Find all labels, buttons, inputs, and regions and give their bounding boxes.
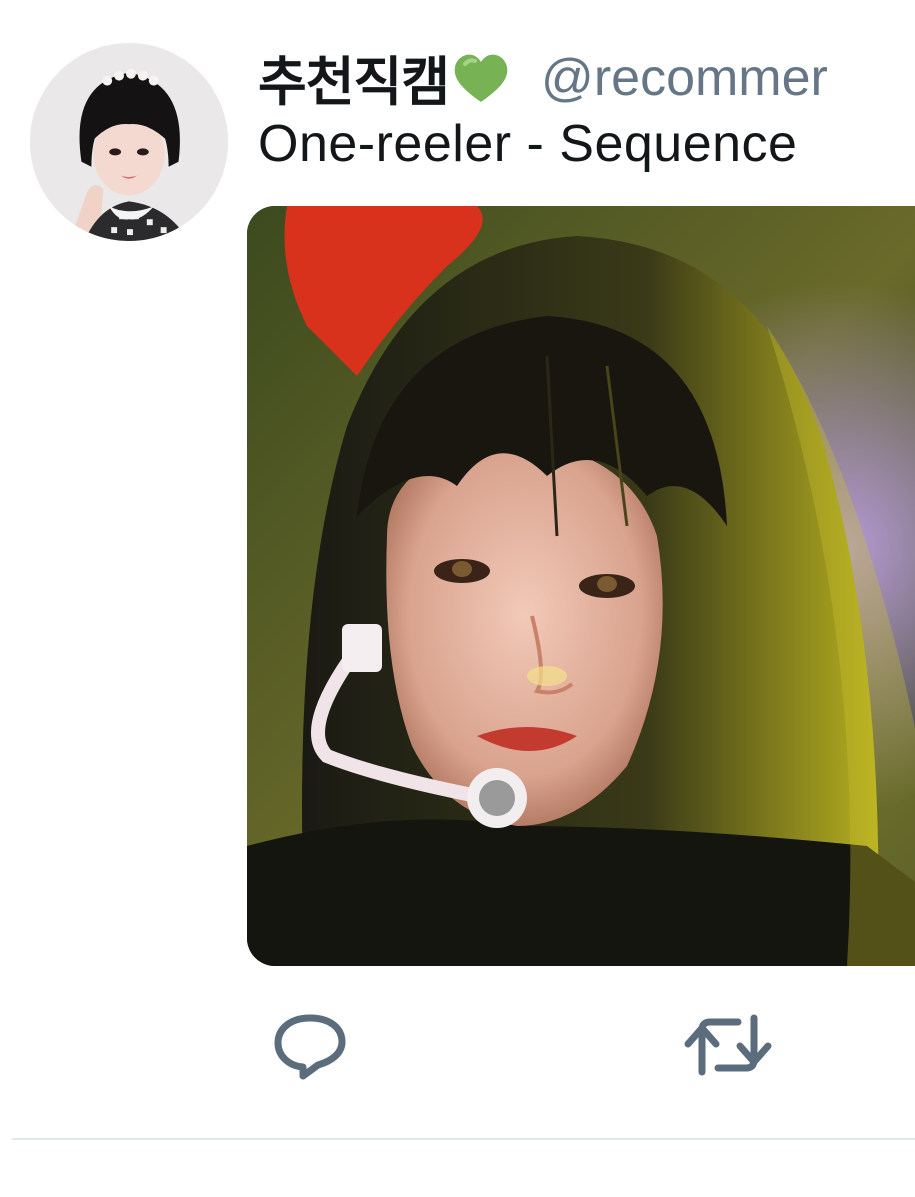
divider — [12, 1138, 915, 1140]
display-name[interactable]: 추천직캠 — [258, 52, 450, 110]
tweet-actions — [0, 1010, 915, 1090]
green-heart-icon — [454, 54, 508, 102]
tweet-text: One-reeler - Sequence — [258, 115, 798, 173]
reply-button[interactable] — [270, 1010, 350, 1080]
avatar-image — [30, 43, 228, 241]
tweet[interactable]: 추천직캠 @recommer One-reeler - Sequence — [0, 0, 915, 1197]
performer-photo — [247, 206, 915, 966]
avatar[interactable] — [30, 43, 228, 241]
user-handle[interactable]: @recommer — [541, 49, 828, 107]
retweet-button[interactable] — [680, 1010, 776, 1080]
retweet-icon — [684, 1014, 772, 1076]
tweet-header: 추천직캠 @recommer — [258, 40, 915, 110]
reply-icon — [274, 1014, 346, 1080]
tweet-media-image[interactable] — [247, 206, 915, 966]
